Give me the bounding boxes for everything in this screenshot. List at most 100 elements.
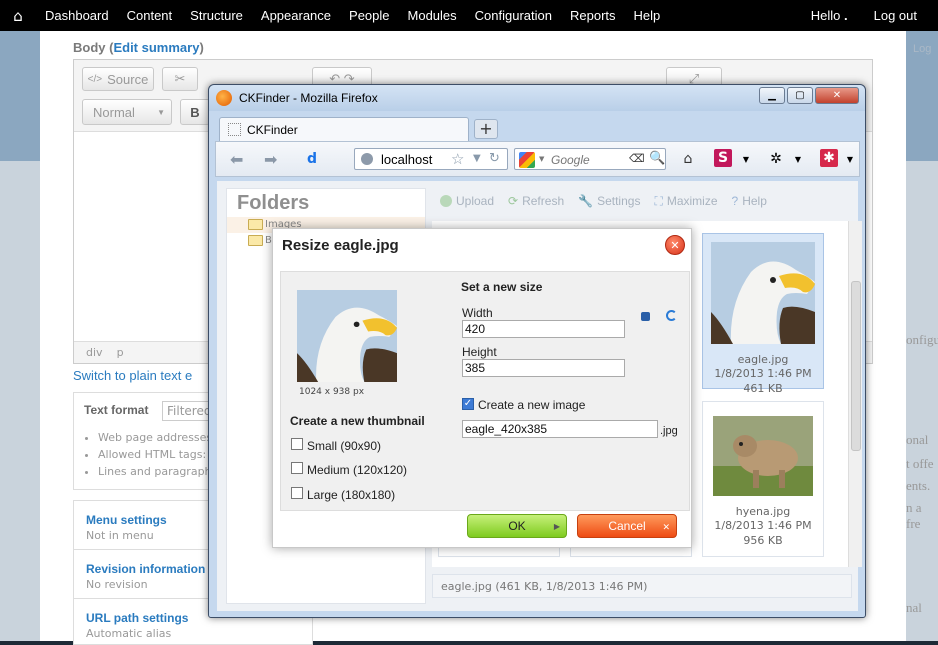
firebug-icon[interactable]: ✲ (766, 149, 786, 169)
blank-page-icon (228, 123, 241, 136)
body-field-label: Body (Edit summary) (73, 40, 204, 55)
toolbar-item-help[interactable]: Help (625, 8, 670, 23)
reload-icon[interactable]: ↻ (489, 151, 500, 166)
bold-button[interactable]: B (180, 99, 210, 125)
arrow-right-icon: ▶ (553, 522, 560, 531)
logout-link[interactable]: Log out (874, 8, 917, 23)
source-button[interactable]: </> Source (82, 67, 154, 91)
delicious-icon[interactable]: d (302, 149, 322, 169)
toolbar-item-content[interactable]: Content (118, 8, 182, 23)
home-icon[interactable]: ⌂ (0, 0, 36, 31)
resize-dialog: Resize eagle.jpg ✕ 1024 x 938 px Set a n… (272, 228, 692, 548)
stumbleupon-icon[interactable]: S (714, 149, 732, 167)
file-name: eagle.jpg (737, 353, 789, 366)
new-size-title: Set a new size (461, 280, 543, 294)
minimize-icon[interactable]: ▁ (759, 87, 785, 104)
file-thumb-hyena[interactable]: hyena.jpg 1/8/2013 1:46 PM 956 KB (702, 401, 824, 557)
side-text-fragment: n a fre (906, 500, 922, 531)
thumbnail-medium-checkbox[interactable] (291, 462, 303, 474)
folder-icon (248, 219, 263, 230)
toolbar-item-appearance[interactable]: Appearance (252, 8, 340, 23)
maximize-window-icon[interactable]: ▢ (787, 87, 813, 104)
chevron-down-icon[interactable]: ▼ (539, 155, 544, 163)
upload-icon (440, 195, 452, 207)
search-icon[interactable]: 🔍 (649, 151, 665, 166)
thumbnail-small-checkbox[interactable] (291, 438, 303, 450)
firefox-logo-icon (216, 90, 232, 106)
dialog-title: Resize eagle.jpg (282, 237, 399, 254)
browser-tab-ckfinder[interactable]: CKFinder (219, 117, 469, 141)
addon-gear-icon[interactable]: ✱ (820, 149, 838, 167)
help-button[interactable]: ? Help (732, 194, 767, 208)
folders-title: Folders (237, 192, 310, 214)
side-text-fragment: t offe (906, 456, 934, 471)
chevron-down-icon: ▼ (157, 107, 165, 117)
browser-navbar: ⬅ ➡ d localhost ☆ ▼ ↻ ▼ Google ⌫ 🔍 ⌂ S ▼… (215, 141, 860, 177)
history-dropdown-icon[interactable]: ▼ (473, 153, 481, 164)
thumbnail-medium-label: Medium (120x120) (307, 463, 408, 477)
help-icon: ? (731, 194, 739, 208)
file-thumb-eagle[interactable]: eagle.jpg 1/8/2013 1:46 PM 461 KB (702, 233, 824, 395)
lock-icon[interactable] (641, 312, 650, 321)
edit-summary-link[interactable]: Edit summary (113, 40, 199, 55)
new-tab-icon[interactable]: + (474, 119, 498, 139)
toolbar-item-dashboard[interactable]: Dashboard (36, 8, 118, 23)
width-label: Width (462, 306, 493, 320)
chevron-down-icon[interactable]: ▼ (840, 149, 860, 169)
toolbar-item-people[interactable]: People (340, 8, 398, 23)
upload-button[interactable]: Upload (440, 194, 494, 208)
close-window-icon[interactable]: ✕ (815, 87, 859, 104)
toolbar-item-structure[interactable]: Structure (181, 8, 252, 23)
window-titlebar[interactable]: CKFinder - Mozilla Firefox ▁ ▢ ✕ (209, 85, 865, 111)
image-preview (297, 290, 397, 382)
chevron-down-icon[interactable]: ▼ (736, 149, 756, 169)
settings-button[interactable]: 🔧 Settings (578, 194, 640, 208)
log-fragment[interactable]: Log (913, 43, 931, 55)
refresh-button[interactable]: ⟳ Refresh (508, 194, 564, 208)
files-scrollbar[interactable] (848, 221, 862, 567)
browser-tabbar: CKFinder + (215, 115, 860, 141)
toolbar-item-modules[interactable]: Modules (399, 8, 466, 23)
thumbnail-large-checkbox[interactable] (291, 487, 303, 499)
globe-icon (361, 153, 373, 165)
google-icon (519, 152, 535, 168)
close-icon[interactable]: ✕ (665, 235, 685, 255)
file-name: hyena.jpg (735, 505, 791, 518)
create-new-image-checkbox[interactable]: ✓ (462, 398, 474, 410)
reset-size-icon[interactable] (666, 310, 677, 321)
cancel-button[interactable]: Cancel ✕ (577, 514, 677, 538)
dialog-body: 1024 x 938 px Set a new size Width Heigh… (280, 271, 690, 511)
forward-icon[interactable]: ➡ (264, 150, 277, 169)
chevron-down-icon[interactable]: ▼ (788, 149, 808, 169)
thumbnail-large-label: Large (180x180) (307, 488, 396, 502)
refresh-icon: ⟳ (508, 194, 519, 208)
home-icon[interactable]: ⌂ (678, 149, 698, 169)
hello-user[interactable]: Hello . (811, 8, 848, 23)
scrollbar-thumb[interactable] (851, 281, 861, 451)
thumbnail-small-label: Small (90x90) (307, 439, 382, 453)
path-p[interactable]: p (117, 346, 124, 359)
height-input[interactable] (462, 359, 625, 377)
close-icon: ✕ (662, 522, 670, 532)
new-filename-input[interactable] (462, 420, 658, 438)
side-text-fragment: nal (906, 600, 922, 615)
file-status-bar: eagle.jpg (461 KB, 1/8/2013 1:46 PM) (432, 574, 852, 598)
bookmark-star-icon[interactable]: ☆ (451, 150, 464, 168)
maximize-icon: ⛶ (654, 193, 663, 208)
hyena-thumbnail (713, 416, 813, 496)
clear-icon[interactable]: ⌫ (629, 152, 645, 165)
cut-icon[interactable]: ✂ (162, 67, 198, 91)
back-icon[interactable]: ⬅ (230, 150, 243, 169)
maximize-button[interactable]: ⛶ Maximize (654, 194, 717, 209)
width-input[interactable] (462, 320, 625, 338)
height-label: Height (462, 345, 497, 359)
side-text-fragment: onfigu (906, 332, 938, 347)
format-select[interactable]: Normal ▼ (82, 99, 172, 125)
toolbar-item-configuration[interactable]: Configuration (466, 8, 561, 23)
search-bar[interactable]: ▼ Google ⌫ 🔍 (514, 148, 666, 170)
url-bar[interactable]: localhost ☆ ▼ ↻ (354, 148, 508, 170)
toolbar-item-reports[interactable]: Reports (561, 8, 625, 23)
switch-plain-text-link[interactable]: Switch to plain text e (73, 368, 192, 383)
ok-button[interactable]: OK ▶ (467, 514, 567, 538)
path-div[interactable]: div (86, 346, 103, 359)
